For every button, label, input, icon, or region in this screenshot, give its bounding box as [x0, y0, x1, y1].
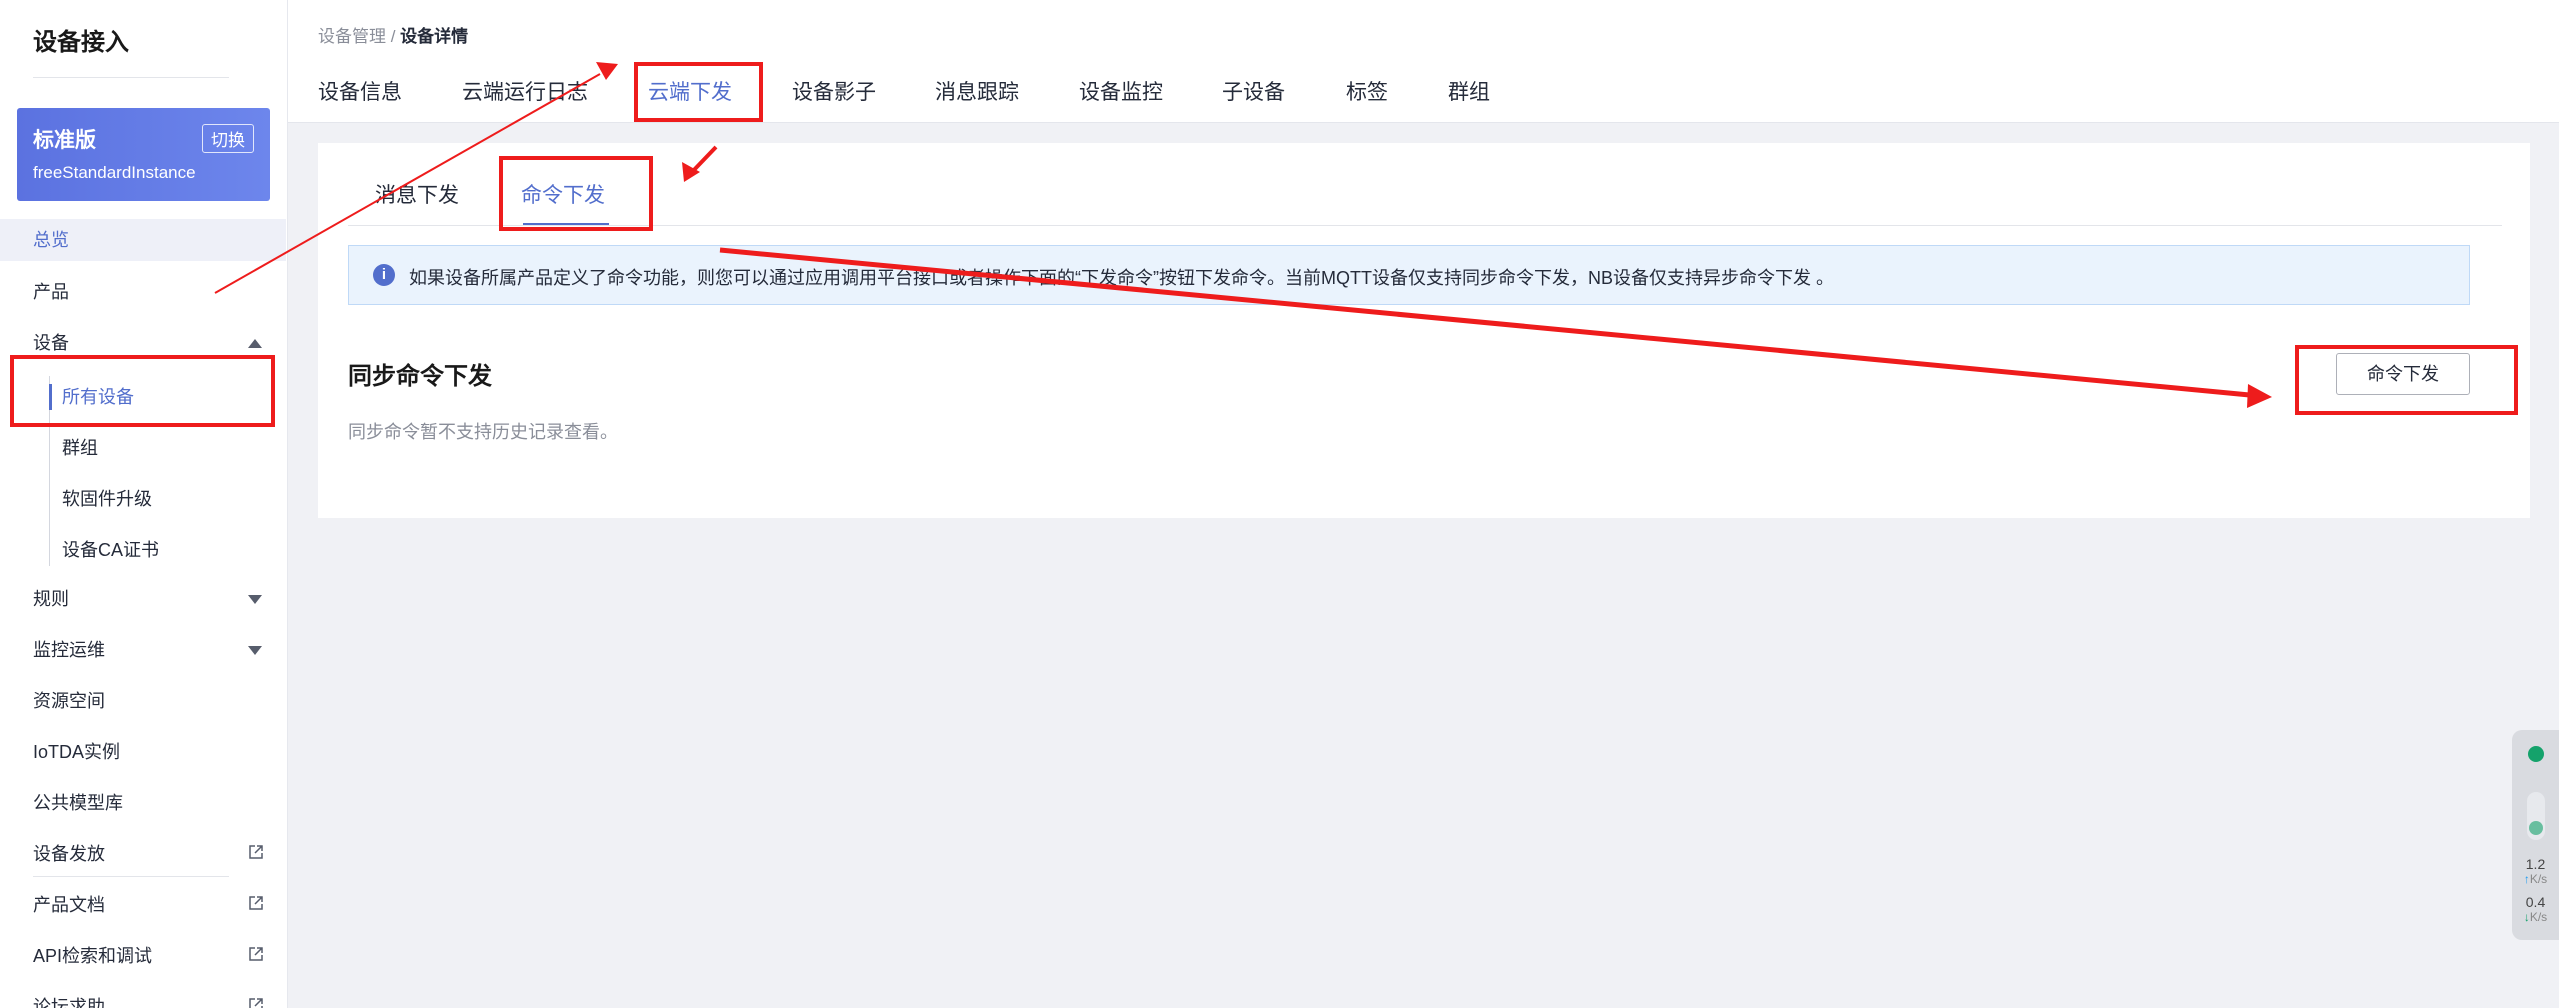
annotation-arrows	[214, 62, 2272, 408]
